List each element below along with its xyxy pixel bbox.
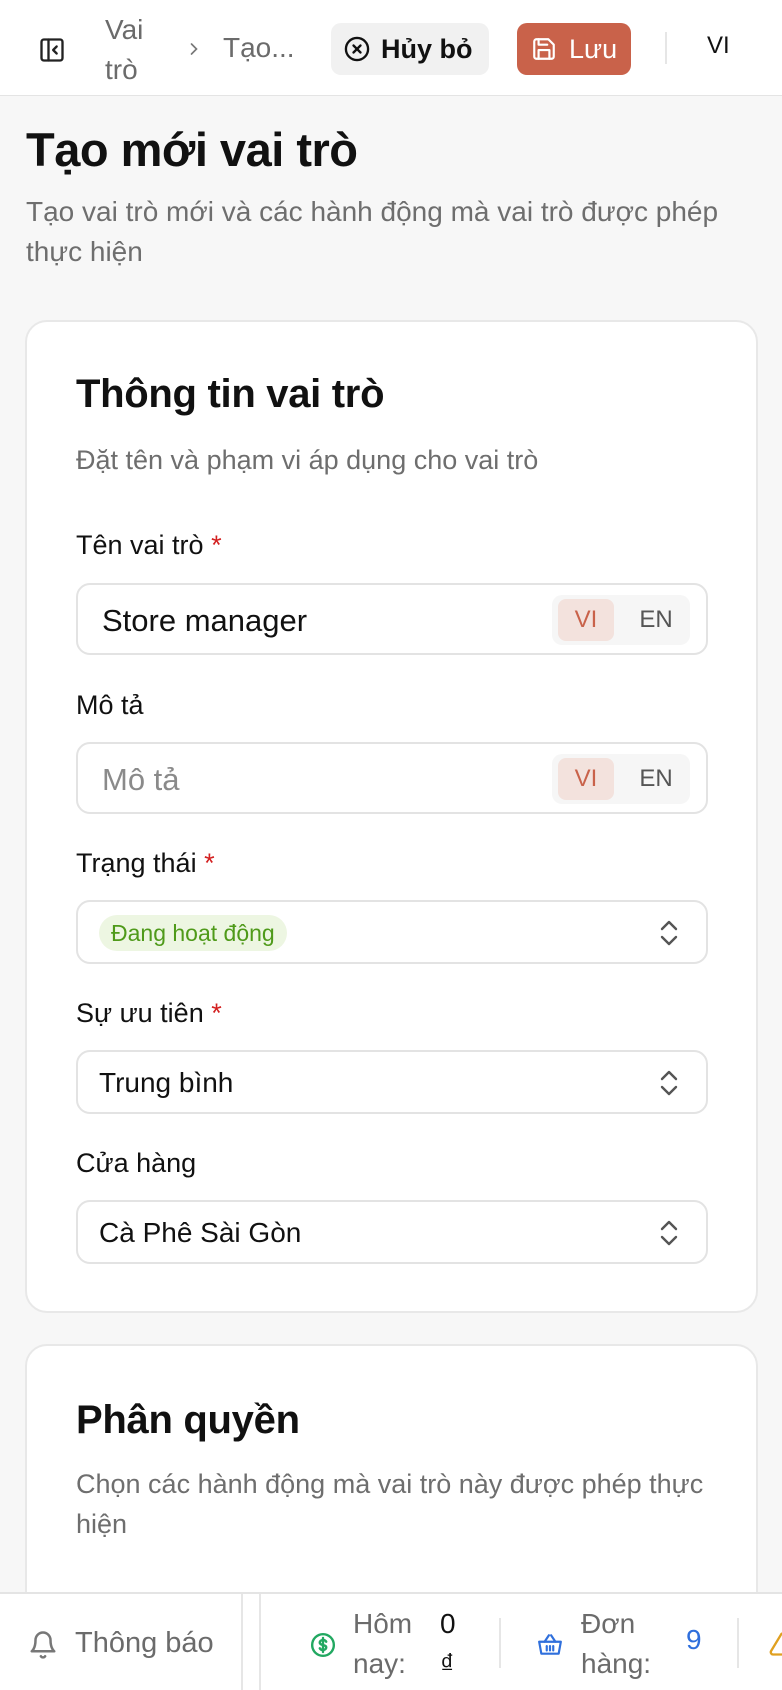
cancel-button[interactable]: Hủy bỏ bbox=[331, 23, 489, 75]
page-subtitle: Tạo vai trò mới và các hành động mà vai … bbox=[26, 196, 719, 267]
priority-value: Trung bình bbox=[99, 1067, 234, 1098]
divider bbox=[665, 32, 667, 64]
chevrons-up-down-icon bbox=[660, 1070, 678, 1096]
role-name-lang-toggle: VI EN bbox=[552, 595, 690, 645]
permissions-title: Phân quyền bbox=[76, 1398, 300, 1442]
money-icon bbox=[310, 1632, 336, 1658]
description-lang-toggle: VI EN bbox=[552, 754, 690, 804]
required-marker: * bbox=[204, 848, 215, 878]
basket-icon bbox=[538, 1634, 562, 1655]
description-label: Mô tả bbox=[76, 690, 144, 720]
priority-select[interactable]: Trung bình bbox=[76, 1050, 708, 1114]
store-label: Cửa hàng bbox=[76, 1148, 197, 1178]
warning-icon bbox=[769, 1632, 782, 1656]
top-bar: Vai trò Tạo... Hủy bỏ Lưu VI bbox=[0, 0, 782, 96]
status-select[interactable]: Đang hoạt động bbox=[76, 900, 708, 964]
status-badge: Đang hoạt động bbox=[99, 915, 287, 951]
today-revenue-value: 0 ₫ bbox=[440, 1608, 456, 1679]
status-label: Trạng thái * bbox=[76, 848, 215, 878]
role-name-value: Store manager bbox=[102, 603, 308, 638]
chevrons-up-down-icon bbox=[660, 920, 678, 946]
store-value: Cà Phê Sài Gòn bbox=[99, 1217, 302, 1248]
role-info-card: Thông tin vai trò Đặt tên và phạm vi áp … bbox=[25, 320, 758, 1313]
save-label: Lưu bbox=[569, 33, 618, 64]
description-input[interactable]: Mô tả VI EN bbox=[76, 742, 708, 814]
divider bbox=[259, 1594, 261, 1690]
cancel-label: Hủy bỏ bbox=[381, 33, 473, 64]
permissions-subtitle: Chọn các hành động mà vai trò này được p… bbox=[76, 1469, 704, 1539]
language-switcher[interactable]: VI bbox=[707, 32, 730, 60]
divider bbox=[737, 1618, 739, 1668]
sidebar-toggle-icon[interactable] bbox=[38, 36, 66, 64]
priority-label: Sự ưu tiên * bbox=[76, 998, 222, 1028]
lang-vi-tab[interactable]: VI bbox=[558, 599, 614, 641]
breadcrumb-current: Tạo... bbox=[223, 32, 295, 63]
chevron-right-icon bbox=[190, 43, 198, 55]
save-button[interactable]: Lưu bbox=[517, 23, 631, 75]
notifications-link[interactable]: Thông báo bbox=[75, 1627, 214, 1660]
lang-vi-tab[interactable]: VI bbox=[558, 758, 614, 800]
required-marker: * bbox=[211, 998, 222, 1028]
description-placeholder: Mô tả bbox=[102, 762, 180, 797]
chevrons-up-down-icon bbox=[660, 1220, 678, 1246]
store-select[interactable]: Cà Phê Sài Gòn bbox=[76, 1200, 708, 1264]
orders-count: 9 bbox=[686, 1624, 702, 1655]
page-title: Tạo mới vai trò bbox=[26, 123, 358, 176]
lang-en-tab[interactable]: EN bbox=[628, 599, 684, 641]
x-circle-icon bbox=[344, 36, 370, 62]
required-marker: * bbox=[211, 530, 222, 560]
role-name-label: Tên vai trò * bbox=[76, 530, 222, 560]
role-info-title: Thông tin vai trò bbox=[76, 372, 385, 416]
bell-icon bbox=[30, 1631, 56, 1659]
today-revenue-label: Hôm nay: bbox=[353, 1608, 413, 1679]
divider bbox=[499, 1618, 501, 1668]
breadcrumb-roles[interactable]: Vai trò bbox=[105, 10, 165, 90]
bottom-status-bar: Thông báo Hôm nay: 0 ₫ Đơn hàng: 9 bbox=[0, 1592, 782, 1690]
role-name-input[interactable]: Store manager VI EN bbox=[76, 583, 708, 655]
lang-en-tab[interactable]: EN bbox=[628, 758, 684, 800]
divider bbox=[241, 1594, 243, 1690]
save-icon bbox=[533, 38, 555, 60]
role-info-subtitle: Đặt tên và phạm vi áp dụng cho vai trò bbox=[76, 445, 539, 475]
orders-label: Đơn hàng: bbox=[581, 1608, 652, 1679]
